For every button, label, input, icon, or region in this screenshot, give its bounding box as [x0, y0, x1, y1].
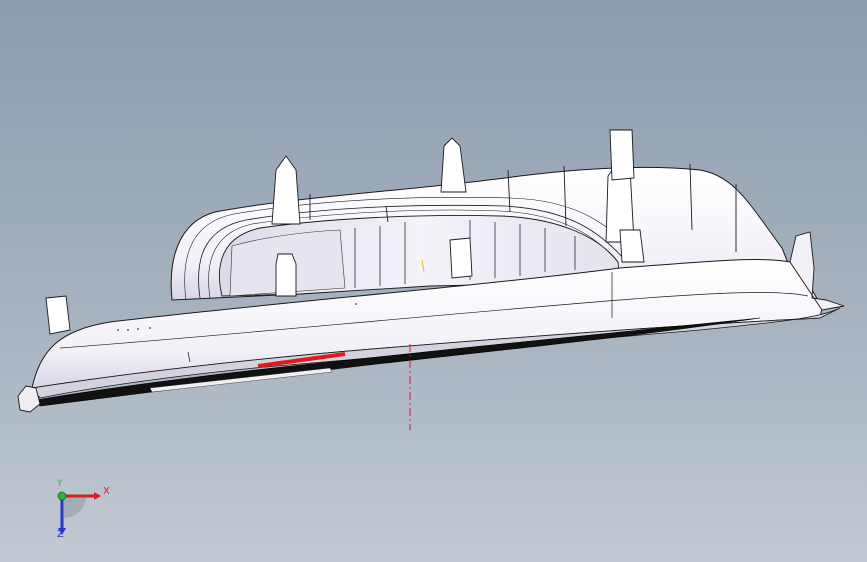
triad-shadow [64, 496, 86, 518]
triad-y-label: Y [57, 479, 63, 489]
left-end-post [45, 295, 71, 335]
left-end-cap [17, 385, 41, 413]
triad-z-label: Z [57, 529, 64, 540]
triad-y-axis [57, 491, 67, 501]
part-model[interactable] [0, 0, 867, 562]
cad-viewport[interactable]: X Y Z [0, 0, 867, 562]
triad-x-label: X [103, 486, 110, 497]
